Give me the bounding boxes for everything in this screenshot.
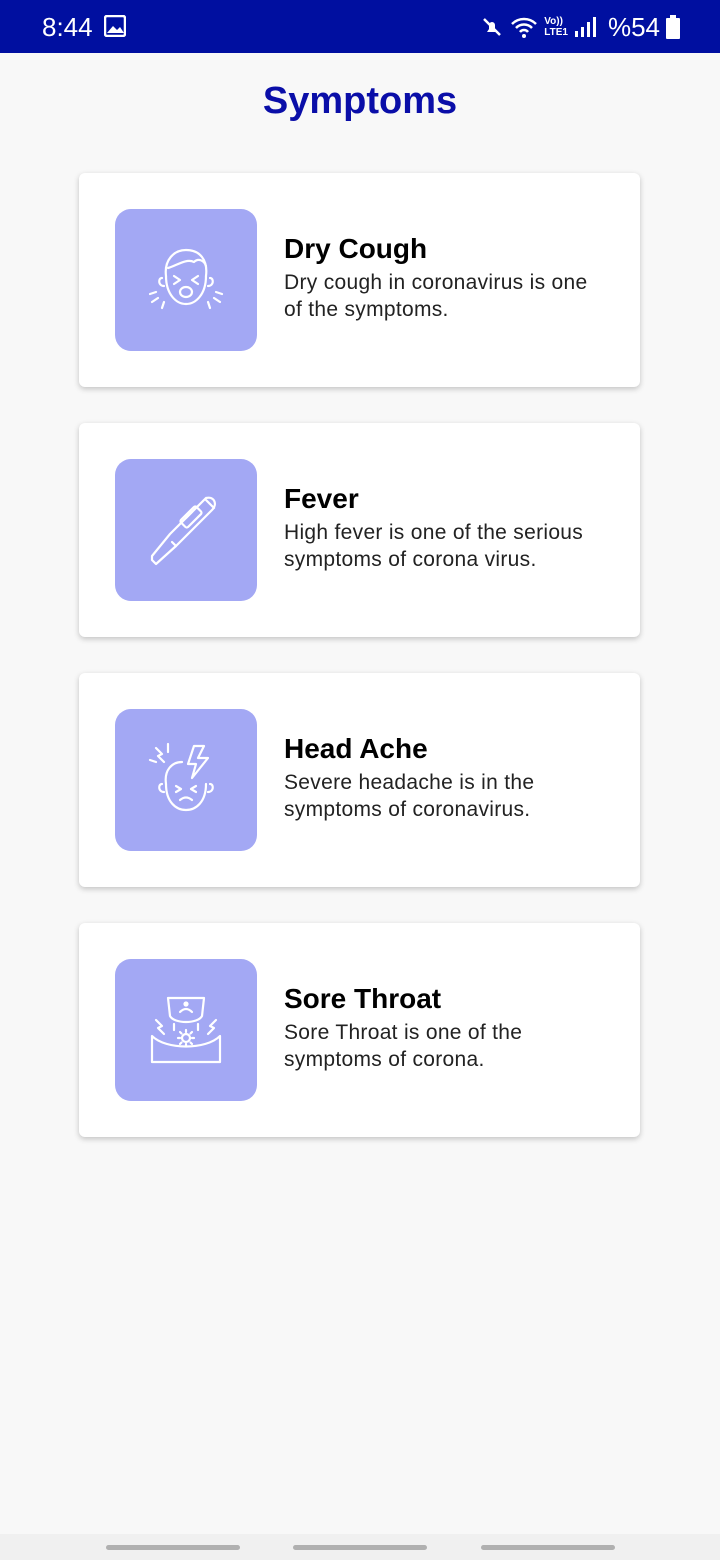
symptom-description: Sore Throat is one of the symptoms of co… — [284, 1021, 523, 1071]
battery-icon — [666, 15, 680, 39]
card-icon-container — [115, 459, 257, 601]
nav-recents-handle[interactable] — [106, 1545, 240, 1550]
status-bar: 8:44 Vo)) LTE1 %54 — [0, 0, 720, 53]
symptom-title: Dry Cough — [284, 233, 428, 264]
symptom-description: Dry cough in coronavirus is one of the s… — [284, 271, 588, 321]
network-volte-label: Vo)) — [544, 16, 563, 27]
battery-percent: %54 — [607, 11, 660, 42]
symptom-card-sore-throat[interactable]: Sore Throat Sore Throat is one of the sy… — [79, 923, 640, 1137]
symptom-description: Severe headache is in the symptoms of co… — [284, 771, 535, 821]
page-title: Symptoms — [262, 80, 458, 122]
symptom-title: Head Ache — [284, 733, 428, 764]
mute-icon — [483, 18, 502, 36]
status-time: 8:44 — [42, 12, 93, 42]
gallery-icon — [104, 15, 126, 37]
nav-back-handle[interactable] — [481, 1545, 615, 1550]
card-icon-container — [115, 709, 257, 851]
card-icon-container — [115, 209, 257, 351]
card-text: Dry Cough Dry cough in coronavirus is on… — [284, 233, 604, 323]
card-text: Sore Throat Sore Throat is one of the sy… — [284, 983, 604, 1073]
navigation-bar — [0, 1534, 720, 1560]
symptom-card-head-ache[interactable]: Head Ache Severe headache is in the symp… — [79, 673, 640, 887]
status-indicators: Vo)) LTE1 %54 — [480, 10, 680, 44]
sore-throat-icon — [150, 996, 222, 1064]
symptom-description: High fever is one of the serious symptom… — [284, 521, 584, 571]
symptom-title: Sore Throat — [284, 983, 442, 1014]
wifi-icon — [511, 17, 538, 38]
card-text: Fever High fever is one of the serious s… — [284, 483, 604, 573]
network-type-label: Vo)) LTE1 — [544, 16, 568, 38]
symptom-card-dry-cough[interactable]: Dry Cough Dry cough in coronavirus is on… — [79, 173, 640, 387]
card-text: Head Ache Severe headache is in the symp… — [284, 733, 604, 823]
card-icon-container — [115, 959, 257, 1101]
thermometer-icon — [150, 496, 216, 566]
symptom-card-fever[interactable]: Fever High fever is one of the serious s… — [79, 423, 640, 637]
network-lte-label: LTE1 — [544, 27, 568, 38]
symptom-title: Fever — [284, 483, 359, 514]
headache-icon — [148, 742, 214, 812]
signal-icon — [574, 17, 596, 37]
nav-home-handle[interactable] — [293, 1545, 427, 1550]
coughing-face-icon — [148, 248, 224, 310]
